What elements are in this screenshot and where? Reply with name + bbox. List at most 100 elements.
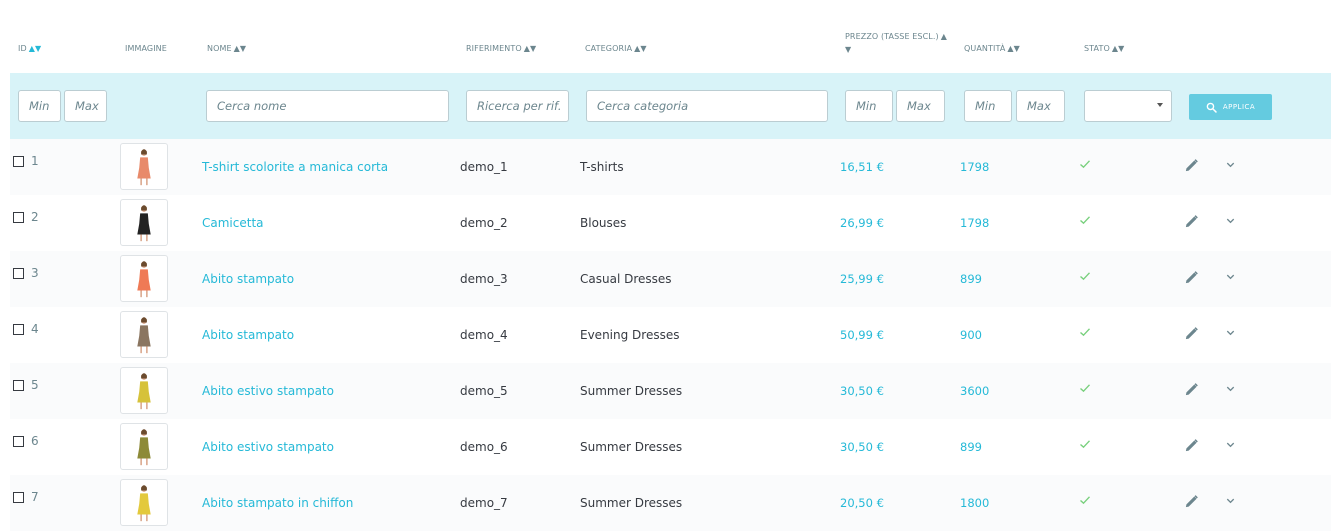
sort-arrows-icon[interactable]: ▲▼ [1007,44,1020,53]
product-name-link[interactable]: Abito stampato [202,272,294,286]
sort-down-icon[interactable]: ▼ [845,45,851,54]
qty-max-input[interactable] [1016,90,1065,122]
apply-filter-label: APPLICA [1222,103,1256,111]
product-name-link[interactable]: Abito stampato [202,328,294,342]
product-name-link[interactable]: Camicetta [202,216,264,230]
pencil-icon[interactable] [1184,326,1199,341]
check-icon[interactable] [1079,494,1091,506]
product-quantity[interactable]: 900 [960,328,982,342]
chevron-down-icon[interactable] [1225,271,1236,282]
product-reference: demo_6 [460,440,508,454]
sort-up-icon[interactable]: ▲ [941,32,947,41]
pencil-icon[interactable] [1184,438,1199,453]
header-category[interactable]: CATEGORIA ▲▼ [585,44,647,53]
product-category: Evening Dresses [580,328,680,342]
chevron-down-icon[interactable] [1225,327,1236,338]
pencil-icon[interactable] [1184,214,1199,229]
check-icon[interactable] [1079,326,1091,338]
pencil-icon[interactable] [1184,494,1199,509]
pencil-icon[interactable] [1184,382,1199,397]
row-checkbox[interactable] [13,268,24,279]
product-reference: demo_7 [460,496,508,510]
product-image [137,261,151,298]
product-id: 3 [31,266,39,280]
header-reference[interactable]: RIFERIMENTO ▲▼ [466,44,536,53]
product-price[interactable]: 30,50 € [840,440,884,454]
pencil-icon[interactable] [1184,158,1199,173]
search-icon [1206,102,1217,113]
product-thumbnail[interactable] [120,255,168,302]
product-quantity[interactable]: 1800 [960,496,989,510]
product-reference: demo_4 [460,328,508,342]
price-max-input[interactable] [896,90,945,122]
product-price[interactable]: 20,50 € [840,496,884,510]
product-quantity[interactable]: 3600 [960,384,989,398]
sort-arrows-icon[interactable]: ▲▼ [1112,44,1125,53]
product-thumbnail[interactable] [120,311,168,358]
chevron-down-icon[interactable] [1225,439,1236,450]
check-icon[interactable] [1079,438,1091,450]
product-price[interactable]: 30,50 € [840,384,884,398]
product-image [137,205,151,242]
product-name-link[interactable]: Abito estivo stampato [202,384,334,398]
qty-min-input[interactable] [964,90,1012,122]
product-quantity[interactable]: 1798 [960,216,989,230]
header-id[interactable]: ID ▲▼ [18,44,41,53]
row-checkbox[interactable] [13,492,24,503]
caret-down-icon [1157,103,1163,107]
product-image [137,429,151,466]
product-id: 4 [31,322,39,336]
id-max-input[interactable] [64,90,107,122]
product-quantity[interactable]: 899 [960,272,982,286]
header-name[interactable]: NOME ▲▼ [207,44,246,53]
filter-row: APPLICA [10,73,1331,139]
header-name-label: NOME [207,44,232,53]
product-thumbnail[interactable] [120,423,168,470]
product-name-link[interactable]: Abito estivo stampato [202,440,334,454]
product-price[interactable]: 26,99 € [840,216,884,230]
id-min-input[interactable] [18,90,61,122]
price-min-input[interactable] [845,90,893,122]
chevron-down-icon[interactable] [1225,215,1236,226]
header-status[interactable]: STATO ▲▼ [1084,44,1124,53]
sort-down-icon[interactable]: ▼ [35,44,41,53]
product-category: Casual Dresses [580,272,672,286]
product-thumbnail[interactable] [120,199,168,246]
product-thumbnail[interactable] [120,479,168,526]
header-quantity[interactable]: QUANTITÀ ▲▼ [964,44,1020,53]
product-price[interactable]: 16,51 € [840,160,884,174]
chevron-down-icon[interactable] [1225,159,1236,170]
product-name-link[interactable]: Abito stampato in chiffon [202,496,353,510]
row-checkbox[interactable] [13,212,24,223]
check-icon[interactable] [1079,382,1091,394]
sort-arrows-icon[interactable]: ▲▼ [524,44,537,53]
chevron-down-icon[interactable] [1225,383,1236,394]
check-icon[interactable] [1079,158,1091,170]
product-name-link[interactable]: T-shirt scolorite a manica corta [202,160,388,174]
row-checkbox[interactable] [13,436,24,447]
sort-arrows-icon[interactable]: ▲▼ [234,44,247,53]
category-filter-input[interactable] [586,90,828,122]
reference-filter-input[interactable] [466,90,569,122]
check-icon[interactable] [1079,270,1091,282]
row-checkbox[interactable] [13,156,24,167]
sort-arrows-icon[interactable]: ▲▼ [634,44,647,53]
product-thumbnail[interactable] [120,143,168,190]
check-icon[interactable] [1079,214,1091,226]
product-thumbnail[interactable] [120,367,168,414]
product-price[interactable]: 50,99 € [840,328,884,342]
product-price[interactable]: 25,99 € [840,272,884,286]
pencil-icon[interactable] [1184,270,1199,285]
row-checkbox[interactable] [13,324,24,335]
product-id: 7 [31,490,39,504]
status-select[interactable] [1084,90,1172,122]
product-quantity[interactable]: 1798 [960,160,989,174]
product-category: Blouses [580,216,627,230]
chevron-down-icon[interactable] [1225,495,1236,506]
product-quantity[interactable]: 899 [960,440,982,454]
table-body: 1 T-shirt scolorite a manica corta demo_… [10,139,1331,531]
row-checkbox[interactable] [13,380,24,391]
name-filter-input[interactable] [206,90,449,122]
header-price[interactable]: PREZZO (TASSE ESCL.) ▲ ▼ [845,30,947,56]
apply-filter-button[interactable]: APPLICA [1189,94,1272,120]
